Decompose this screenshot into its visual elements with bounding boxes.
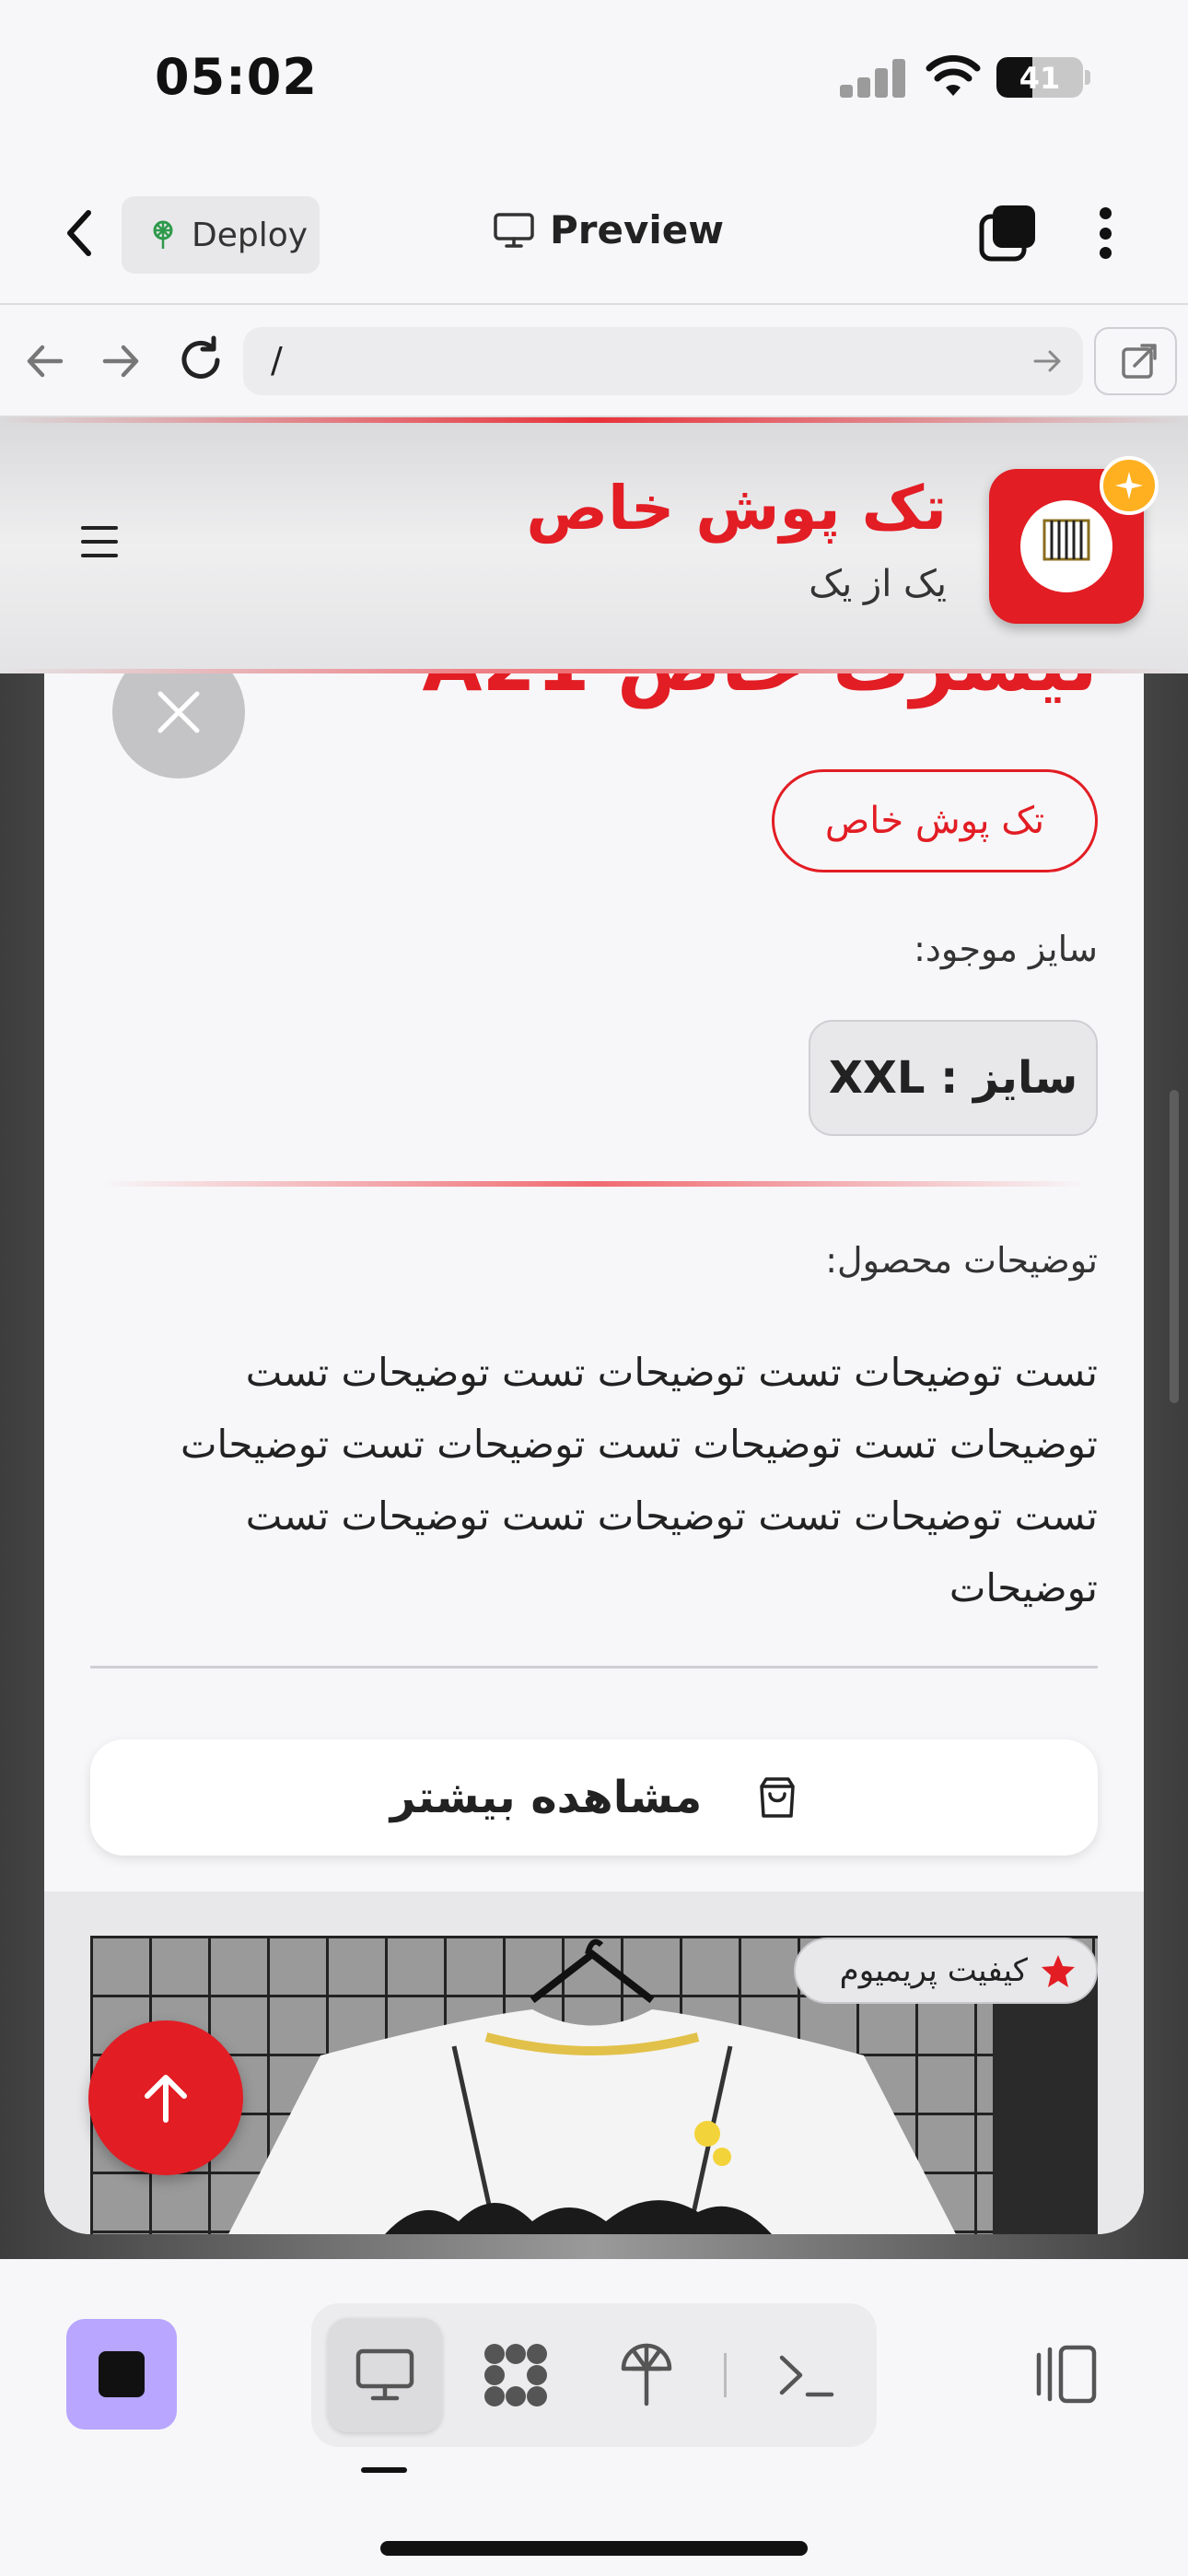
- go-arrow-icon[interactable]: [1031, 345, 1063, 377]
- stop-icon: [99, 2351, 145, 2397]
- open-external-button[interactable]: [1094, 327, 1177, 395]
- battery-cap: [1085, 70, 1090, 85]
- stop-button[interactable]: [66, 2319, 177, 2430]
- preview-label: Preview: [550, 207, 725, 252]
- arrow-left-icon[interactable]: [20, 336, 70, 386]
- status-time: 05:02: [155, 48, 318, 106]
- star-icon: [1042, 1955, 1075, 1987]
- wifi-icon: [926, 54, 981, 96]
- shopping-bag-icon: [760, 1777, 796, 1818]
- open-external-icon: [1122, 344, 1157, 379]
- size-label: سایز موجود:: [914, 929, 1098, 969]
- preview-tab[interactable]: [328, 2318, 442, 2432]
- home-indicator: [380, 2541, 808, 2556]
- scroll-to-top-button[interactable]: [88, 2020, 243, 2175]
- logo-mark: [1042, 519, 1090, 572]
- description-label: توضیحات محصول:: [825, 1240, 1098, 1281]
- monitor-icon: [355, 2348, 414, 2401]
- windows-icon[interactable]: [978, 204, 1037, 263]
- header-top-accent: [0, 417, 1188, 423]
- deploy-icon: [621, 2343, 672, 2406]
- arrow-up-icon: [145, 2075, 187, 2123]
- sparkle-icon: [1100, 456, 1159, 515]
- brand-pill[interactable]: تک پوش خاص: [772, 769, 1098, 872]
- tab-separator: [724, 2353, 727, 2397]
- panel-toggle-icon[interactable]: [1033, 2342, 1100, 2406]
- view-more-button[interactable]: مشاهده بیشتر: [90, 1739, 1098, 1856]
- premium-badge: کیفیت پریمیوم: [794, 1938, 1098, 2004]
- battery-level: 41: [1019, 61, 1061, 96]
- integrations-icon: [484, 2344, 547, 2406]
- cellular-signal-icon: [840, 57, 906, 98]
- tab-group: [311, 2303, 877, 2447]
- bottom-toolbar: [0, 2259, 1188, 2576]
- preview-title: Preview: [493, 207, 724, 252]
- deploy-button[interactable]: Deploy: [122, 196, 320, 274]
- browser-nav-bar: /: [0, 305, 1188, 417]
- deploy-label: Deploy: [192, 216, 309, 254]
- url-field[interactable]: /: [243, 327, 1083, 395]
- arrow-right-icon[interactable]: [96, 336, 146, 386]
- logo-badge: [1020, 500, 1112, 592]
- view-more-label: مشاهده بیشتر: [390, 1772, 703, 1823]
- red-divider: [99, 1181, 1089, 1187]
- webpage-viewport: تیشرت خاص A21 تک پوش خاص سایز موجود: سای…: [0, 417, 1188, 2259]
- premium-badge-label: کیفیت پریمیوم: [839, 1952, 1028, 1989]
- header-bottom-accent: [0, 669, 1188, 673]
- brand-subtitle: یک از یک: [809, 563, 947, 605]
- terminal-icon: [779, 2355, 834, 2397]
- url-text: /: [271, 340, 283, 381]
- product-card: تیشرت خاص A21 تک پوش خاص سایز موجود: سای…: [44, 417, 1144, 2234]
- page-scrollbar[interactable]: [1170, 1090, 1179, 1403]
- integrations-tab[interactable]: [459, 2318, 573, 2432]
- size-chip[interactable]: سایز : XXL: [809, 1020, 1098, 1136]
- deploy-tab[interactable]: [589, 2318, 704, 2432]
- terminal-tab[interactable]: [750, 2318, 864, 2432]
- reload-icon[interactable]: [173, 333, 228, 388]
- deploy-icon: [153, 220, 173, 249]
- grey-divider: [90, 1666, 1098, 1669]
- active-tab-indicator: [361, 2467, 407, 2473]
- brand-title[interactable]: تک پوش خاص: [526, 473, 947, 544]
- more-vertical-icon[interactable]: [1087, 204, 1124, 263]
- hamburger-menu-icon[interactable]: [81, 526, 118, 557]
- monitor-icon: [494, 212, 534, 248]
- app-header: Deploy Preview: [0, 161, 1188, 305]
- close-icon: [157, 691, 200, 733]
- status-bar: 05:02 41: [0, 0, 1188, 161]
- description-text: تست توضیحات تست توضیحات تست توضیحات تست …: [181, 1350, 1098, 1610]
- battery-icon: 41: [996, 57, 1083, 98]
- chevron-left-icon[interactable]: [53, 204, 105, 263]
- site-header: تک پوش خاص یک از یک: [0, 417, 1188, 673]
